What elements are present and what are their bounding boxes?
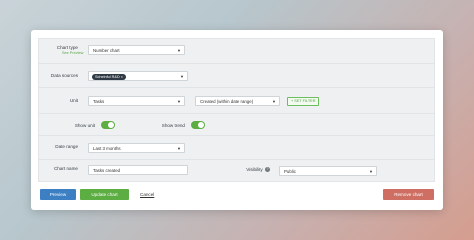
- date-range-label: Date range: [55, 144, 78, 149]
- tag-remove-icon[interactable]: ×: [121, 75, 123, 79]
- visibility-select[interactable]: Public ▼: [279, 166, 377, 176]
- help-icon[interactable]: ?: [265, 167, 270, 173]
- visibility-label: Visibility ?: [246, 167, 270, 173]
- update-chart-button[interactable]: Update chart: [80, 189, 129, 200]
- data-sources-label: Data sources: [50, 73, 78, 78]
- date-range-value: Last 3 months: [93, 146, 121, 151]
- chart-type-row: Chart type See Preview Number chart ▼: [39, 39, 434, 64]
- chevron-down-icon: ▼: [177, 48, 181, 53]
- data-sources-select[interactable]: Scheinful R&D × ▼: [88, 71, 188, 81]
- edit-chart-card: Chart type See Preview Number chart ▼ Da…: [31, 30, 443, 210]
- unit-select[interactable]: Tasks ▼: [88, 96, 185, 106]
- see-preview-link[interactable]: See Preview: [62, 51, 83, 55]
- set-filter-button[interactable]: + SET FILTER: [287, 96, 320, 106]
- unit-row: Unit Tasks ▼ Created (within date range)…: [39, 88, 434, 114]
- date-field-value: Created (within date range): [200, 99, 254, 104]
- chart-name-row: Chart name Tasks created Visibility ? Pu…: [39, 160, 434, 183]
- chart-type-value: Number chart: [93, 48, 120, 53]
- date-field-select[interactable]: Created (within date range) ▼: [195, 96, 280, 106]
- show-trend-toggle[interactable]: [191, 121, 205, 129]
- chevron-down-icon: ▼: [180, 74, 184, 79]
- show-unit-label: Show unit: [74, 123, 95, 128]
- toggles-row: Show unit Show trend: [39, 114, 434, 136]
- chart-name-value: Tasks created: [93, 168, 121, 173]
- cancel-link[interactable]: Cancel: [140, 192, 154, 197]
- visibility-label-text: Visibility: [246, 167, 263, 172]
- chart-type-label: Chart type: [56, 45, 78, 50]
- visibility-value: Public: [284, 169, 296, 174]
- date-range-select[interactable]: Last 3 months ▼: [88, 143, 185, 153]
- chart-name-label: Chart name: [53, 166, 78, 171]
- preview-button[interactable]: Preview: [40, 189, 76, 200]
- chevron-down-icon: ▼: [177, 146, 181, 151]
- show-trend-label: Show trend: [161, 123, 185, 128]
- chart-name-input[interactable]: Tasks created: [88, 165, 188, 175]
- set-filter-label: SET FILTER: [294, 98, 316, 103]
- toggle-knob: [108, 122, 114, 128]
- unit-value: Tasks: [93, 99, 105, 104]
- remove-chart-button[interactable]: Remove chart: [383, 189, 434, 200]
- chevron-down-icon: ▼: [369, 169, 373, 174]
- unit-label: Unit: [69, 98, 78, 103]
- toggle-knob: [198, 122, 204, 128]
- chevron-down-icon: ▼: [272, 99, 276, 104]
- data-source-tag: Scheinful R&D ×: [92, 73, 126, 80]
- chart-form: Chart type See Preview Number chart ▼ Da…: [38, 38, 435, 182]
- data-sources-row: Data sources Scheinful R&D × ▼: [39, 64, 434, 88]
- data-source-tag-label: Scheinful R&D: [95, 74, 120, 79]
- chevron-down-icon: ▼: [177, 99, 181, 104]
- chart-type-select[interactable]: Number chart ▼: [88, 45, 185, 55]
- date-range-row: Date range Last 3 months ▼: [39, 136, 434, 160]
- show-unit-toggle[interactable]: [101, 121, 115, 129]
- plus-icon: +: [291, 98, 294, 103]
